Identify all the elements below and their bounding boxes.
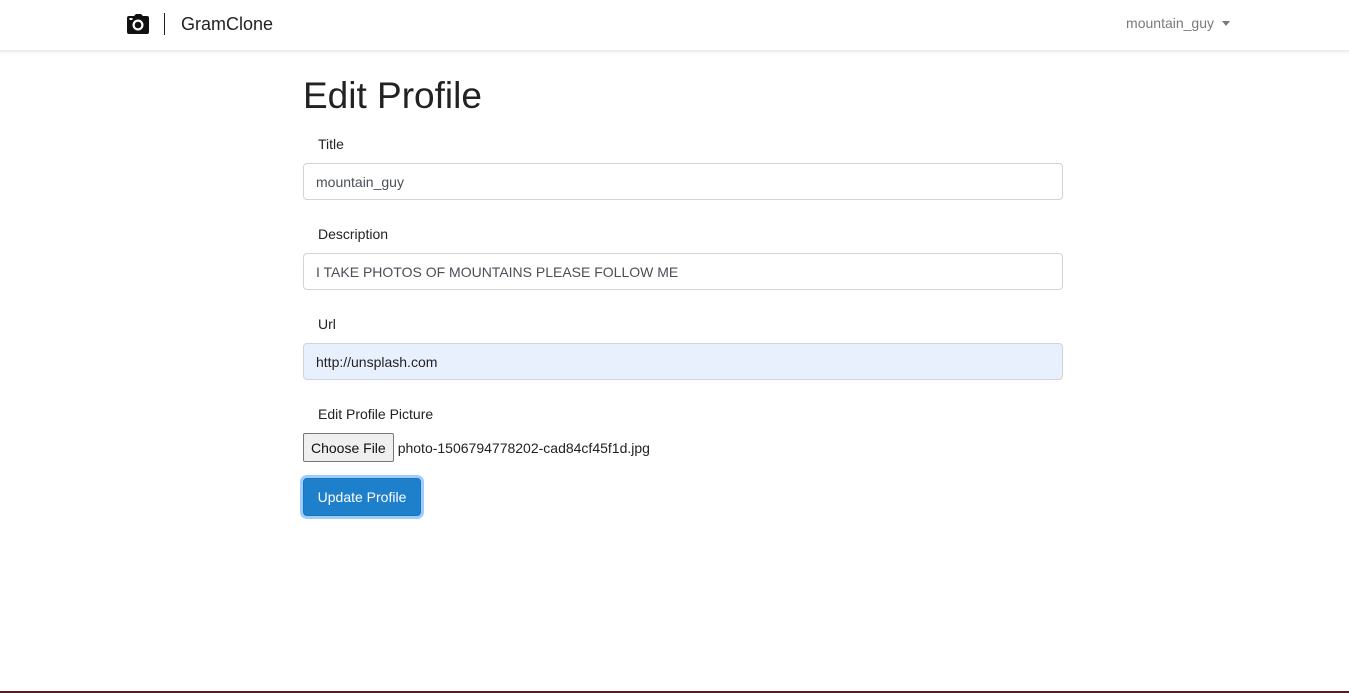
- user-name: mountain_guy: [1126, 15, 1214, 31]
- profile-picture-label: Edit Profile Picture: [318, 406, 434, 422]
- description-label: Description: [318, 226, 389, 242]
- file-input: Choose File photo-1506794778202-cad84cf4…: [303, 433, 650, 462]
- page-title: Edit Profile: [303, 75, 482, 116]
- title-label: Title: [318, 136, 344, 152]
- description-input[interactable]: [303, 253, 1063, 290]
- user-menu-dropdown[interactable]: mountain_guy: [1126, 15, 1230, 31]
- url-input[interactable]: [303, 343, 1063, 380]
- url-label: Url: [318, 316, 336, 332]
- caret-down-icon: [1222, 21, 1230, 26]
- brand-divider: [164, 13, 165, 35]
- update-profile-button[interactable]: Update Profile: [303, 478, 421, 516]
- camera-icon: [127, 14, 149, 34]
- brand-link[interactable]: GramClone: [127, 12, 273, 36]
- brand-name: GramClone: [181, 13, 274, 34]
- top-navbar: GramClone mountain_guy: [0, 0, 1349, 51]
- selected-file-name: photo-1506794778202-cad84cf45f1d.jpg: [397, 439, 650, 456]
- title-input[interactable]: [303, 163, 1063, 200]
- choose-file-button[interactable]: Choose File: [303, 433, 394, 462]
